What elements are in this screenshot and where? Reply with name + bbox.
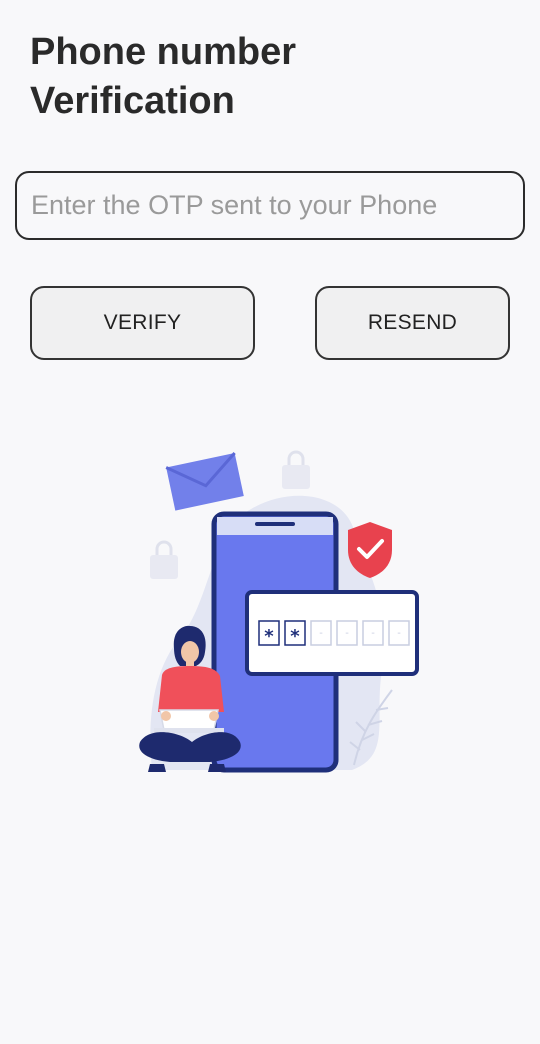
verify-button[interactable]: VERIFY <box>30 286 255 360</box>
otp-digit: - <box>345 628 349 639</box>
otp-digit: - <box>371 628 375 639</box>
resend-button[interactable]: RESEND <box>315 286 510 360</box>
lock-icon <box>282 450 310 489</box>
otp-digit: * <box>264 626 274 647</box>
otp-digit: - <box>319 628 323 639</box>
page-title-line-2: Verification <box>30 80 235 122</box>
envelope-icon <box>165 452 244 511</box>
otp-input[interactable] <box>15 171 525 240</box>
otp-digit: * <box>290 626 300 647</box>
otp-verification-screen: Phone number Verification VERIFY RESEND <box>0 0 540 1044</box>
otp-digit: - <box>397 628 401 639</box>
lock-icon <box>150 540 178 579</box>
page-title-line-1: Phone number <box>30 31 297 73</box>
page-title: Phone number Verification <box>30 28 490 126</box>
otp-card: * * - - - - <box>245 590 419 676</box>
otp-illustration: * * - - - - <box>139 450 419 773</box>
